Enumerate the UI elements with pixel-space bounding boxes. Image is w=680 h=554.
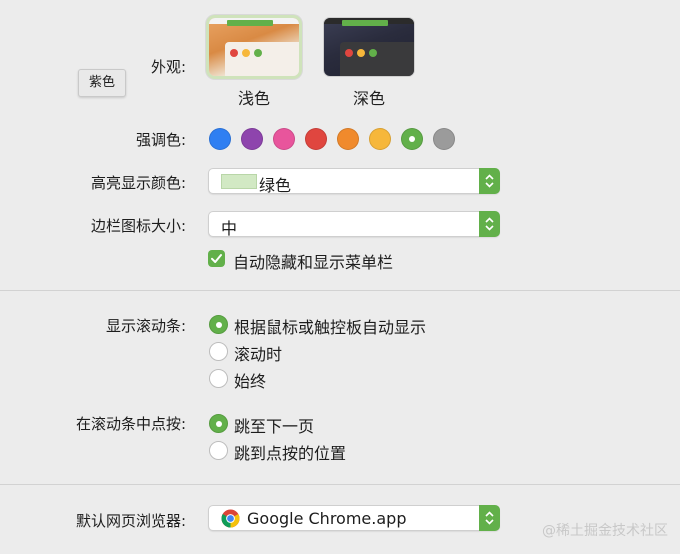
show-scrollbars-radio-scrolling[interactable]: [209, 342, 228, 361]
sidebar-icon-size-value: 中: [221, 219, 238, 238]
accent-color-tooltip: 紫色: [78, 69, 126, 97]
click-scrollbar-radio-clicked-spot[interactable]: [209, 441, 228, 460]
default-browser-label: 默认网页浏览器:: [75, 512, 186, 530]
default-browser-popup[interactable]: Google Chrome.app: [208, 505, 500, 531]
chevron-updown-icon: [479, 505, 500, 531]
accent-color-swatch[interactable]: [209, 128, 231, 150]
show-scrollbars-option-auto[interactable]: 根据鼠标或触控板自动显示: [234, 314, 426, 338]
chevron-updown-icon: [479, 168, 500, 194]
appearance-dark-thumbnail[interactable]: [324, 18, 414, 76]
click-scrollbar-option-next-page[interactable]: 跳至下一页: [234, 413, 314, 437]
default-browser-value: Google Chrome.app: [247, 509, 407, 528]
show-scrollbars-option-always[interactable]: 始终: [234, 368, 266, 392]
section-divider: [0, 290, 680, 291]
chevron-updown-icon: [479, 211, 500, 237]
watermark: @稀土掘金技术社区: [542, 523, 668, 539]
highlight-color-label: 高亮显示颜色:: [90, 174, 186, 192]
accent-color-swatch[interactable]: [305, 128, 327, 150]
appearance-dark-caption[interactable]: 深色: [324, 85, 414, 109]
sidebar-icon-size-popup[interactable]: 中: [208, 211, 500, 238]
autohide-menubar-label[interactable]: 自动隐藏和显示菜单栏: [233, 249, 393, 273]
section-divider: [0, 484, 680, 485]
accent-color-swatch[interactable]: [273, 128, 295, 150]
appearance-light-caption[interactable]: 浅色: [209, 85, 299, 109]
accent-color-label: 强调色:: [135, 131, 186, 149]
chrome-icon: [221, 509, 240, 532]
accent-color-swatch[interactable]: [241, 128, 263, 150]
autohide-menubar-checkbox[interactable]: [208, 250, 225, 267]
click-scrollbar-radio-next-page[interactable]: [209, 414, 228, 433]
appearance-label: 外观:: [150, 58, 186, 76]
click-scrollbar-label: 在滚动条中点按:: [75, 415, 186, 433]
show-scrollbars-option-scrolling[interactable]: 滚动时: [234, 341, 282, 365]
show-scrollbars-label: 显示滚动条:: [105, 317, 186, 335]
accent-color-swatch[interactable]: [433, 128, 455, 150]
appearance-light-thumbnail[interactable]: [209, 18, 299, 76]
show-scrollbars-radio-auto[interactable]: [209, 315, 228, 334]
accent-color-swatch[interactable]: [369, 128, 391, 150]
accent-color-swatch[interactable]: [337, 128, 359, 150]
highlight-color-value: 绿色: [259, 176, 292, 195]
highlight-color-swatch: [221, 174, 257, 189]
sidebar-icon-size-label: 边栏图标大小:: [90, 217, 186, 235]
highlight-color-popup[interactable]: 绿色: [208, 168, 500, 195]
show-scrollbars-radio-always[interactable]: [209, 369, 228, 388]
checkmark-icon: [211, 254, 222, 263]
accent-color-swatch[interactable]: [401, 128, 423, 150]
click-scrollbar-option-clicked-spot[interactable]: 跳到点按的位置: [234, 440, 346, 464]
